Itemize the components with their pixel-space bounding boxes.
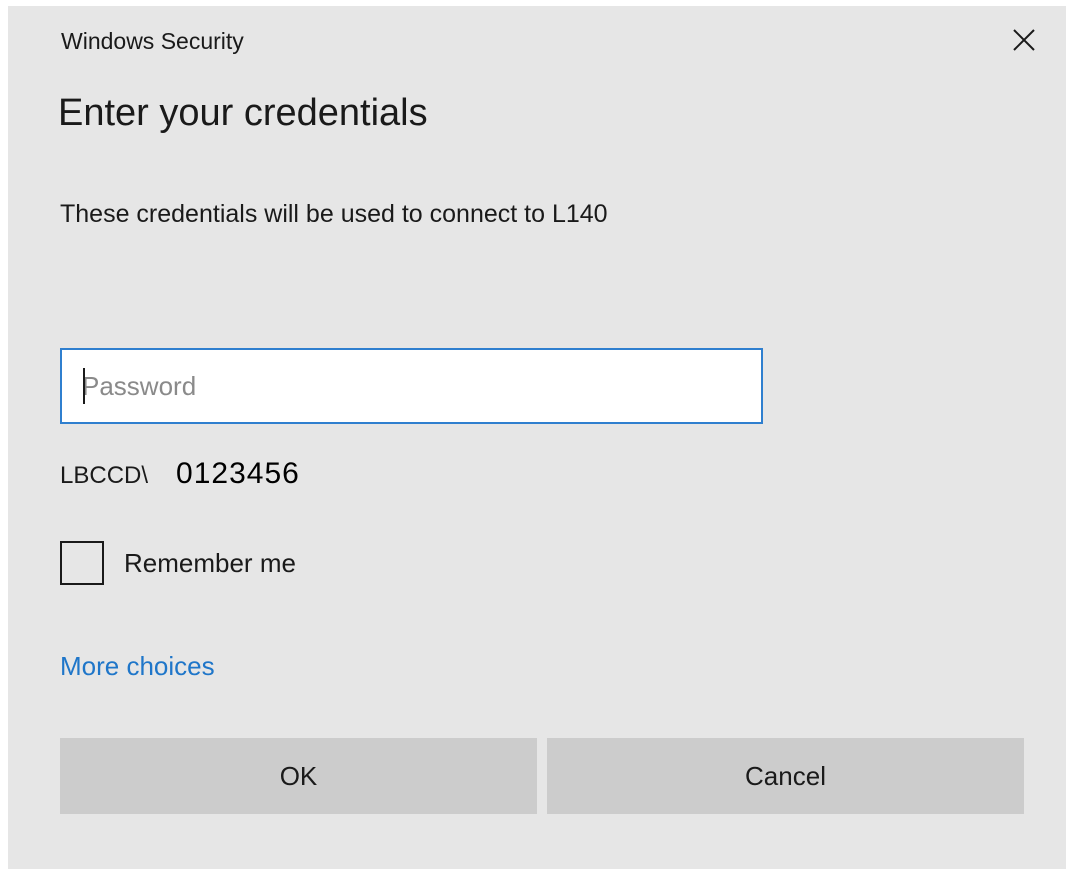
remember-me-checkbox[interactable] — [60, 541, 104, 585]
dialog-description: These credentials will be used to connec… — [60, 200, 608, 228]
remember-me-label[interactable]: Remember me — [124, 548, 296, 579]
password-input[interactable] — [60, 348, 763, 424]
window-title: Windows Security — [61, 28, 244, 54]
ok-button[interactable]: OK — [60, 738, 537, 814]
domain-label: LBCCD\ — [60, 462, 149, 489]
more-choices-link[interactable]: More choices — [60, 651, 215, 682]
dialog-heading: Enter your credentials — [58, 92, 428, 134]
cancel-button[interactable]: Cancel — [547, 738, 1024, 814]
close-button[interactable] — [1004, 20, 1044, 60]
username-label: 0123456 — [176, 457, 300, 490]
credentials-dialog: Windows Security Enter your credentials … — [8, 6, 1066, 869]
remember-me-row[interactable]: Remember me — [60, 541, 296, 585]
text-caret — [83, 368, 85, 404]
close-icon — [1013, 29, 1035, 51]
account-row: LBCCD\ 0123456 — [60, 457, 300, 497]
